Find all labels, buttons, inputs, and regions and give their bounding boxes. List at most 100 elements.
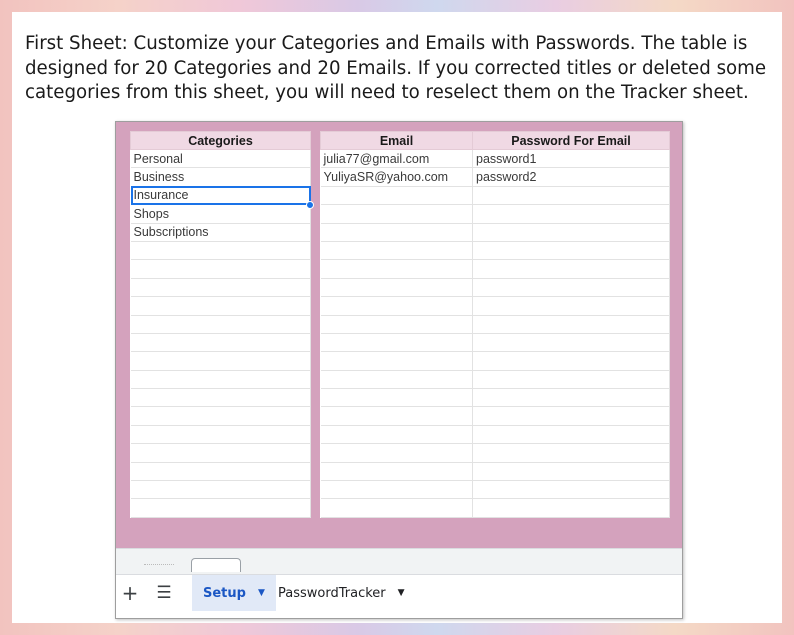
email-cell[interactable]: julia77@gmail.com	[320, 149, 473, 169]
table-row	[320, 462, 670, 482]
password-cell[interactable]	[472, 425, 670, 445]
email-cell[interactable]	[320, 333, 473, 353]
email-cell[interactable]: YuliyaSR@yahoo.com	[320, 167, 473, 187]
category-cell[interactable]	[130, 370, 311, 390]
email-cell[interactable]	[320, 241, 473, 261]
email-cell[interactable]	[320, 480, 473, 500]
sheet-pink-frame: Categories Personal Business Insurance Shop…	[116, 122, 682, 548]
categories-header[interactable]: Categories	[130, 131, 311, 150]
password-cell[interactable]	[472, 278, 670, 298]
table-row	[130, 351, 311, 371]
password-cell[interactable]	[472, 462, 670, 482]
password-cell[interactable]	[472, 388, 670, 408]
table-row	[320, 259, 670, 279]
email-cell[interactable]	[320, 351, 473, 371]
table-row	[320, 204, 670, 224]
category-cell[interactable]: Shops	[130, 204, 311, 224]
table-row	[130, 259, 311, 279]
table-row	[320, 333, 670, 353]
table-row: Subscriptions	[130, 223, 311, 242]
email-cell[interactable]	[320, 223, 473, 242]
add-sheet-button[interactable]: +	[118, 575, 142, 611]
table-row: Shops	[130, 204, 311, 224]
password-cell[interactable]	[472, 351, 670, 371]
selection-fill-handle[interactable]	[306, 201, 314, 209]
password-cell[interactable]: password1	[472, 149, 670, 169]
password-cell[interactable]: password2	[472, 167, 670, 187]
password-header[interactable]: Password For Email	[472, 131, 670, 150]
table-row	[320, 498, 670, 518]
content-card: First Sheet: Customize your Categories a…	[12, 12, 782, 623]
category-cell[interactable]	[130, 296, 311, 316]
tab-setup[interactable]: Setup ▼	[192, 575, 276, 611]
password-cell[interactable]	[472, 241, 670, 261]
category-cell[interactable]	[130, 406, 311, 426]
table-row	[130, 241, 311, 261]
password-cell[interactable]	[472, 296, 670, 316]
table-row	[130, 315, 311, 334]
table-row: Personal	[130, 149, 311, 169]
category-cell[interactable]: Subscriptions	[130, 223, 311, 242]
category-cell[interactable]: Insurance	[130, 186, 311, 206]
tab-password-tracker-label: PasswordTracker	[278, 585, 386, 601]
table-row	[320, 351, 670, 371]
email-cell[interactable]	[320, 204, 473, 224]
category-cell[interactable]	[130, 351, 311, 371]
email-cell[interactable]	[320, 370, 473, 390]
category-cell[interactable]	[130, 443, 311, 463]
email-cell[interactable]	[320, 388, 473, 408]
category-cell[interactable]	[130, 315, 311, 334]
emails-table: Email Password For Email julia77@gmail.c…	[320, 131, 670, 518]
password-cell[interactable]	[472, 204, 670, 224]
email-cell[interactable]	[320, 259, 473, 279]
category-cell[interactable]	[130, 462, 311, 482]
email-cell[interactable]	[320, 315, 473, 334]
email-cell[interactable]	[320, 462, 473, 482]
tab-password-tracker[interactable]: PasswordTracker ▼	[267, 575, 416, 611]
caret-down-icon[interactable]: ▼	[258, 588, 265, 598]
table-row	[320, 278, 670, 298]
password-cell[interactable]	[472, 406, 670, 426]
table-row	[130, 480, 311, 500]
table-row	[320, 370, 670, 390]
table-row	[130, 406, 311, 426]
password-cell[interactable]	[472, 186, 670, 206]
password-cell[interactable]	[472, 333, 670, 353]
category-cell[interactable]	[130, 333, 311, 353]
password-cell[interactable]	[472, 370, 670, 390]
email-cell[interactable]	[320, 278, 473, 298]
category-cell[interactable]	[130, 425, 311, 445]
table-row: Insurance	[130, 186, 311, 206]
table-row	[320, 296, 670, 316]
password-cell[interactable]	[472, 223, 670, 242]
email-cell[interactable]	[320, 443, 473, 463]
email-cell[interactable]	[320, 498, 473, 518]
table-row	[320, 223, 670, 242]
password-cell[interactable]	[472, 480, 670, 500]
instructions-text: First Sheet: Customize your Categories a…	[25, 33, 767, 103]
category-cell[interactable]: Business	[130, 167, 311, 187]
email-cell[interactable]	[320, 296, 473, 316]
email-cell[interactable]	[320, 186, 473, 206]
category-cell[interactable]	[130, 480, 311, 500]
password-cell[interactable]	[472, 443, 670, 463]
email-header[interactable]: Email	[320, 131, 473, 150]
password-cell[interactable]	[472, 259, 670, 279]
caret-down-icon[interactable]: ▼	[398, 588, 405, 598]
password-cell[interactable]	[472, 498, 670, 518]
category-cell[interactable]: Personal	[130, 149, 311, 169]
table-row	[130, 296, 311, 316]
password-cell[interactable]	[472, 315, 670, 334]
table-row	[130, 462, 311, 482]
email-cell[interactable]	[320, 425, 473, 445]
table-row	[130, 370, 311, 390]
horizontal-scroll-area	[116, 548, 682, 574]
category-cell[interactable]	[130, 278, 311, 298]
category-cell[interactable]	[130, 241, 311, 261]
email-cell[interactable]	[320, 406, 473, 426]
category-cell[interactable]	[130, 498, 311, 518]
horizontal-scrollbar[interactable]	[191, 558, 241, 572]
category-cell[interactable]	[130, 388, 311, 408]
all-sheets-button[interactable]: ☰	[152, 575, 176, 611]
category-cell[interactable]	[130, 259, 311, 279]
